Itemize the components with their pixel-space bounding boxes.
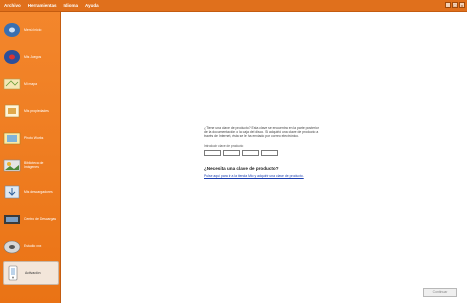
map-icon — [3, 76, 21, 92]
sidebar-item-label: Mis propiedades — [24, 109, 49, 113]
image-library-icon — [3, 157, 21, 173]
sidebar-item-label: Biblioteca de Imágenes — [24, 161, 44, 169]
sidebar-item-mis-descargadores[interactable]: Mis descargadores — [3, 180, 59, 204]
need-key-heading: ¿Necesita una clave de producto? — [204, 165, 279, 171]
activation-panel: ¿Tiene una clave de producto? Esta clave… — [204, 126, 322, 178]
sidebar-item-label: Mis Juegos — [24, 55, 42, 59]
sidebar-item-label: Activación — [25, 271, 41, 275]
sidebar-item-biblioteca[interactable]: Biblioteca de Imágenes — [3, 153, 59, 177]
product-key-field-3[interactable] — [242, 149, 259, 156]
product-key-fields — [204, 149, 322, 156]
photo-icon — [3, 130, 21, 146]
maximize-button[interactable]: □ — [452, 2, 458, 8]
activation-intro-text: ¿Tiene una clave de producto? Esta clave… — [204, 126, 319, 139]
product-key-field-1[interactable] — [204, 149, 221, 156]
sidebar-item-label: Photo Works — [24, 136, 44, 140]
sidebar-item-menu-inicio[interactable]: Menú Inicio — [3, 18, 59, 42]
sidebar-item-label: Centro de Descargas — [24, 217, 57, 221]
product-key-field-2[interactable] — [223, 149, 240, 156]
menu-idioma[interactable]: Idioma — [64, 0, 79, 11]
main-content: ¿Tiene una clave de producto? Esta clave… — [62, 12, 467, 303]
sidebar-item-photo-works[interactable]: Photo Works — [3, 126, 59, 150]
sidebar-item-mis-propiedades[interactable]: Mis propiedades — [3, 99, 59, 123]
menu-herramientas[interactable]: Herramientas — [28, 0, 57, 11]
download-center-icon — [3, 211, 21, 227]
sidebar-item-label: Mi mapa — [24, 82, 38, 86]
sidebar-item-label: Mis descargadores — [24, 190, 53, 194]
buy-key-link[interactable]: Pulse aquí para ir a la tienda Mio y adq… — [204, 174, 322, 178]
menu-archivo[interactable]: Archivo — [4, 0, 21, 11]
minimize-button[interactable]: _ — [445, 2, 451, 8]
studio-icon — [3, 238, 21, 254]
sidebar-item-label: Estudio xxx — [24, 244, 42, 248]
sidebar-item-estudio[interactable]: Estudio xxx — [3, 234, 59, 258]
sidebar-item-mi-mapa[interactable]: Mi mapa — [3, 72, 59, 96]
properties-icon — [3, 103, 21, 119]
close-button[interactable]: x — [459, 2, 465, 8]
continue-button[interactable]: Continuar — [423, 288, 457, 297]
sidebar-item-label: Menú Inicio — [24, 28, 42, 32]
games-disc-icon — [3, 49, 21, 65]
sidebar-item-mis-juegos[interactable]: Mis Juegos — [3, 45, 59, 69]
window-controls: _ □ x — [445, 2, 465, 8]
sidebar-item-centro-descargas[interactable]: Centro de Descargas — [3, 207, 59, 231]
sidebar: Menú Inicio Mis Juegos Mi mapa Mis propi… — [0, 12, 61, 303]
product-key-field-4[interactable] — [261, 149, 278, 156]
home-disc-icon — [3, 22, 21, 38]
menu-bar: Archivo Herramientas Idioma Ayuda _ □ x — [0, 0, 467, 12]
menu-ayuda[interactable]: Ayuda — [85, 0, 99, 11]
product-key-label: Introducir clave de producto — [204, 143, 244, 148]
activation-icon — [4, 265, 22, 281]
sidebar-item-activacion[interactable]: Activación — [3, 261, 59, 285]
downloads-icon — [3, 184, 21, 200]
